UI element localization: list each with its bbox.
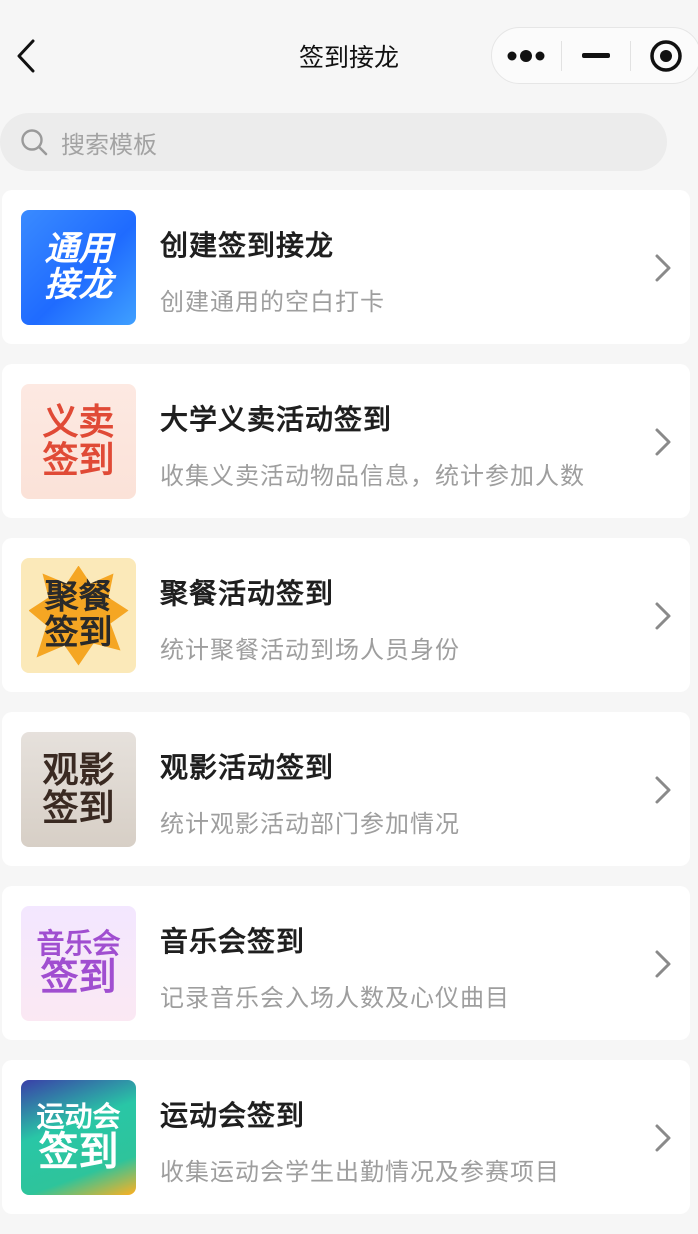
chevron-right-icon <box>655 428 671 456</box>
template-title: 创建签到接龙 <box>160 229 335 262</box>
template-title: 音乐会签到 <box>160 925 306 958</box>
thumbnail-text: 运动会 <box>36 1099 121 1133</box>
template-card-general[interactable]: 通用 接龙 创建签到接龙 创建通用的空白打卡 <box>2 190 690 344</box>
chevron-right-icon <box>655 602 671 630</box>
template-thumbnail: 观影 签到 <box>21 732 136 847</box>
template-thumbnail: 聚餐 签到 <box>21 558 136 673</box>
target-icon <box>649 39 682 72</box>
template-title: 聚餐活动签到 <box>160 577 335 610</box>
search-icon <box>21 129 48 156</box>
template-title: 观影活动签到 <box>160 751 335 784</box>
chevron-right-icon <box>655 1124 671 1152</box>
more-dots-icon <box>507 49 545 62</box>
template-title: 运动会签到 <box>160 1099 306 1132</box>
thumbnail-text: 接龙 <box>44 264 113 305</box>
search-bar[interactable]: 搜索模板 <box>0 113 667 171</box>
chevron-right-icon <box>655 254 671 282</box>
thumbnail-text: 音乐会 <box>36 926 121 960</box>
more-button[interactable] <box>492 28 561 83</box>
template-card-dinner[interactable]: 聚餐 签到 聚餐活动签到 统计聚餐活动到场人员身份 <box>2 538 690 692</box>
thumbnail-text: 签到 <box>38 1129 119 1176</box>
template-thumbnail: 通用 接龙 <box>21 210 136 325</box>
template-desc: 创建通用的空白打卡 <box>160 288 385 316</box>
template-title: 大学义卖活动签到 <box>160 403 393 436</box>
thumbnail-text: 签到 <box>42 787 115 829</box>
template-card-concert[interactable]: 音乐会 签到 音乐会签到 记录音乐会入场人数及心仪曲目 <box>2 886 690 1040</box>
template-thumbnail: 音乐会 签到 <box>21 906 136 1021</box>
thumbnail-text: 签到 <box>42 439 115 481</box>
template-desc: 收集运动会学生出勤情况及参赛项目 <box>160 1158 560 1186</box>
nav-bar: 签到接龙 <box>0 0 698 110</box>
template-card-movie[interactable]: 观影 签到 观影活动签到 统计观影活动部门参加情况 <box>2 712 690 866</box>
template-thumbnail: 义卖 签到 <box>21 384 136 499</box>
thumbnail-text: 观影 <box>42 749 115 791</box>
template-desc: 记录音乐会入场人数及心仪曲目 <box>160 984 510 1012</box>
template-list: 通用 接龙 创建签到接龙 创建通用的空白打卡 义卖 签到 大学义卖活动签到 收集… <box>2 190 690 1234</box>
thumbnail-burst: 聚餐 签到 <box>28 565 129 666</box>
template-thumbnail: 运动会 签到 <box>21 1080 136 1195</box>
template-card-charity-sale[interactable]: 义卖 签到 大学义卖活动签到 收集义卖活动物品信息，统计参加人数 <box>2 364 690 518</box>
thumbnail-text: 签到 <box>44 612 113 653</box>
thumbnail-text: 义卖 <box>42 401 115 443</box>
thumbnail-text: 签到 <box>40 955 117 1000</box>
search-placeholder: 搜索模板 <box>61 130 157 159</box>
minimize-button[interactable] <box>562 28 631 83</box>
chevron-right-icon <box>655 776 671 804</box>
mini-program-capsule <box>491 27 698 84</box>
template-desc: 收集义卖活动物品信息，统计参加人数 <box>160 462 585 490</box>
template-desc: 统计观影活动部门参加情况 <box>160 810 460 838</box>
minimize-icon <box>581 52 610 58</box>
thumbnail-text: 通用 <box>44 228 113 269</box>
thumbnail-text: 聚餐 <box>44 576 113 617</box>
template-desc: 统计聚餐活动到场人员身份 <box>160 636 460 664</box>
chevron-right-icon <box>655 950 671 978</box>
template-card-sports[interactable]: 运动会 签到 运动会签到 收集运动会学生出勤情况及参赛项目 <box>2 1060 690 1214</box>
close-button[interactable] <box>631 28 698 83</box>
